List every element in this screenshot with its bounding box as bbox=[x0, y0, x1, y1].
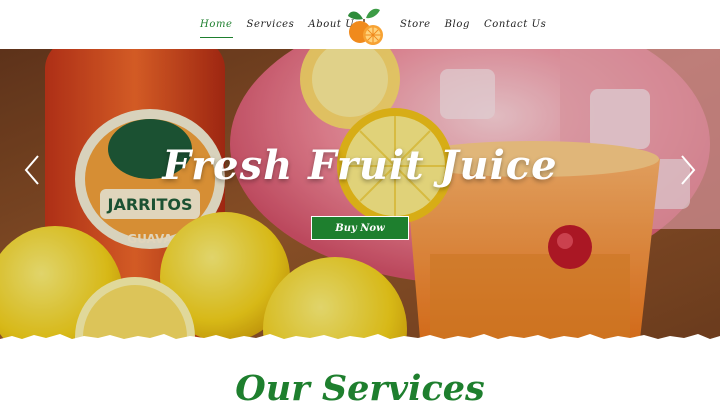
buy-now-button[interactable]: Buy Now bbox=[311, 216, 409, 240]
logo-icon[interactable] bbox=[343, 6, 387, 46]
nav-services-link[interactable]: Services bbox=[247, 19, 295, 30]
hero-background-image: JARRITOS GUAVA bbox=[0, 49, 720, 339]
nav-home-link[interactable]: Home bbox=[200, 19, 233, 38]
hero-slider: JARRITOS GUAVA Fresh Fruit Juice Buy Now bbox=[0, 49, 720, 339]
hero-title: Fresh Fruit Juice bbox=[162, 142, 558, 189]
nav-blog-link[interactable]: Blog bbox=[445, 19, 470, 30]
nav-right: Store Blog Contact Us bbox=[400, 0, 560, 49]
nav-store-link[interactable]: Store bbox=[400, 19, 431, 30]
nav-contact-link[interactable]: Contact Us bbox=[484, 19, 546, 30]
services-heading: Our Services bbox=[235, 368, 485, 409]
torn-edge-divider bbox=[0, 334, 720, 344]
site-header: Home Services About Us Store Blog Contac… bbox=[0, 0, 720, 49]
